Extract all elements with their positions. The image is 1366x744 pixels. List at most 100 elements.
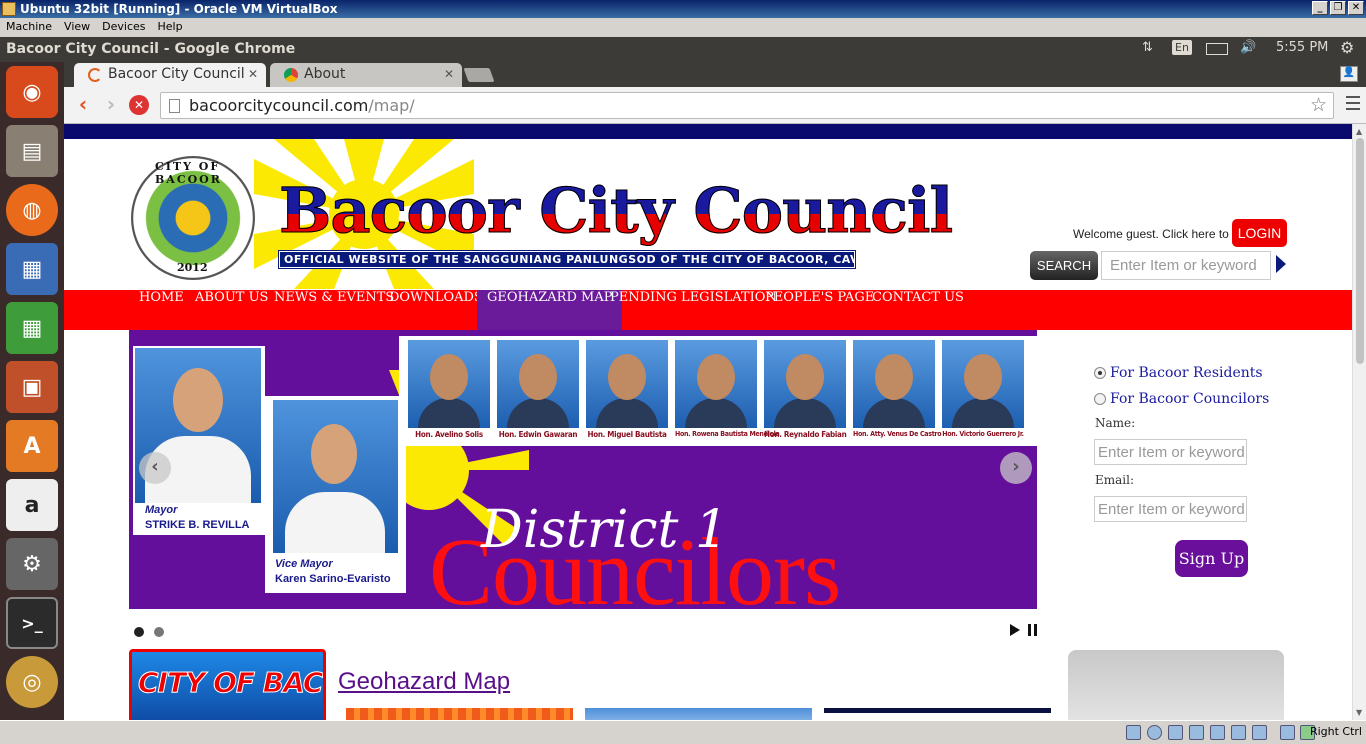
volume-icon[interactable]: 🔊 xyxy=(1240,40,1256,55)
vbox-titlebar: Ubuntu 32bit [Running] - Oracle VM Virtu… xyxy=(0,0,1366,18)
forward-icon[interactable]: › xyxy=(100,94,122,116)
browser-toolbar: ‹ › ✕ bacoorcitycouncil.com/map/ ☆ xyxy=(64,87,1366,124)
back-icon[interactable]: ‹ xyxy=(72,94,94,116)
restore-button[interactable]: ❐ xyxy=(1330,1,1346,15)
search-go-arrow-icon[interactable] xyxy=(1276,255,1286,273)
hard-disk-icon[interactable] xyxy=(1126,725,1141,740)
scroll-down-icon[interactable]: ▼ xyxy=(1356,708,1362,717)
close-button[interactable]: ✕ xyxy=(1348,1,1364,15)
libreoffice-writer-icon[interactable]: ▦ xyxy=(6,243,58,295)
page-title[interactable]: Geohazard Map xyxy=(338,668,510,696)
optical-drive-icon[interactable] xyxy=(1147,725,1162,740)
software-center-icon[interactable]: A xyxy=(6,420,58,472)
tab-bacoor-city-council[interactable]: Bacoor City Council ✕ xyxy=(74,63,266,87)
chrome-menu-icon[interactable] xyxy=(1346,96,1360,114)
login-button[interactable]: LOGIN xyxy=(1232,219,1287,247)
page-scrollbar[interactable]: ▲ ▼ xyxy=(1352,124,1366,720)
network-icon[interactable]: ⇅ xyxy=(1142,40,1153,55)
councilor-portrait: Hon. Reynaldo Fabian xyxy=(764,340,847,446)
libreoffice-calc-icon[interactable]: ▦ xyxy=(6,302,58,354)
tab-about[interactable]: About ✕ xyxy=(270,63,462,87)
scroll-up-icon[interactable]: ▲ xyxy=(1356,127,1362,136)
profile-icon[interactable]: 👤 xyxy=(1340,66,1358,82)
radio-button-icon[interactable] xyxy=(1094,367,1106,379)
name-field[interactable]: Enter Item or keyword xyxy=(1094,439,1247,465)
mouse-integration-icon[interactable] xyxy=(1280,725,1295,740)
slider-prev-arrow-icon[interactable]: ‹ xyxy=(139,452,171,484)
search-input[interactable]: Enter Item or keyword xyxy=(1101,251,1271,280)
amazon-icon[interactable]: a xyxy=(6,479,58,531)
stop-loading-icon[interactable]: ✕ xyxy=(129,95,149,115)
nav-contact-us[interactable]: CONTACT US xyxy=(862,290,974,330)
councilor-photo xyxy=(586,340,668,428)
url-host: bacoorcitycouncil.com xyxy=(189,96,369,115)
address-bar[interactable]: bacoorcitycouncil.com/map/ ☆ xyxy=(160,92,1334,119)
vice-mayor-card: Vice Mayor Karen Sarino-Evaristo xyxy=(265,396,406,593)
menu-help[interactable]: Help xyxy=(152,18,189,37)
host-key-label: Right Ctrl xyxy=(1309,725,1362,738)
slider-dot-1[interactable] xyxy=(134,627,144,637)
tab-close-icon[interactable]: ✕ xyxy=(248,67,258,81)
session-gear-icon[interactable]: ⚙ xyxy=(1340,38,1354,57)
slider-next-arrow-icon[interactable]: › xyxy=(1000,452,1032,484)
councilor-photo xyxy=(675,340,757,428)
bookmark-star-icon[interactable]: ☆ xyxy=(1310,94,1327,116)
slider-pause-icon[interactable] xyxy=(1028,624,1037,636)
scrollbar-thumb[interactable] xyxy=(1356,138,1364,364)
city-of-bacoor-logo[interactable]: CITY OF BACOOR xyxy=(129,649,326,720)
councilor-photo xyxy=(408,340,490,428)
councilor-portrait: Hon. Edwin Gawaran xyxy=(497,340,579,446)
content-thumbnail[interactable] xyxy=(585,708,812,720)
radio-residents[interactable]: For Bacoor Residents xyxy=(1094,365,1263,381)
councilor-photo xyxy=(853,340,935,428)
new-tab-button[interactable] xyxy=(463,68,495,82)
tab-close-icon[interactable]: ✕ xyxy=(444,67,454,81)
councilor-portraits-strip: Hon. Avelino Solis Hon. Edwin Gawaran Ho… xyxy=(399,336,1037,446)
video-capture-icon[interactable] xyxy=(1252,725,1267,740)
councilor-portrait: Hon. Miguel Bautista xyxy=(586,340,668,446)
shared-folders-icon[interactable] xyxy=(1189,725,1204,740)
councilor-name: Hon. Edwin Gawaran xyxy=(498,430,578,439)
content-thumbnail[interactable] xyxy=(824,708,1051,720)
slider-dot-2[interactable] xyxy=(154,627,164,637)
email-field[interactable]: Enter Item or keyword xyxy=(1094,496,1247,522)
vbox-statusbar: Right Ctrl xyxy=(0,720,1366,744)
clock[interactable]: 5:55 PM xyxy=(1276,40,1328,55)
councilor-name: Hon. Miguel Bautista xyxy=(587,430,667,439)
usb-icon[interactable] xyxy=(1168,725,1183,740)
keyboard-layout-indicator[interactable]: En xyxy=(1172,40,1192,55)
email-label: Email: xyxy=(1095,473,1135,487)
search-button[interactable]: SEARCH xyxy=(1030,251,1098,280)
vbox-window-title: Ubuntu 32bit [Running] - Oracle VM Virtu… xyxy=(20,2,338,16)
menu-view[interactable]: View xyxy=(58,18,96,37)
slider-play-icon[interactable] xyxy=(1010,624,1020,636)
radio-residents-label: For Bacoor Residents xyxy=(1110,365,1263,381)
nav-downloads[interactable]: DOWNLOADS xyxy=(379,290,493,330)
system-settings-icon[interactable]: ⚙ xyxy=(6,538,58,590)
content-thumbnail[interactable] xyxy=(346,708,573,720)
radio-councilors[interactable]: For Bacoor Councilors xyxy=(1094,391,1269,407)
page-viewport: CITY OF BACOOR 2012 Bacoor City Council … xyxy=(64,124,1352,720)
minimize-button[interactable]: _ xyxy=(1312,1,1328,15)
councilor-portrait: Hon. Avelino Solis xyxy=(408,340,490,446)
terminal-icon[interactable]: >_ xyxy=(6,597,58,649)
firefox-icon[interactable]: ◍ xyxy=(6,184,58,236)
display-icon[interactable] xyxy=(1210,725,1225,740)
menu-devices[interactable]: Devices xyxy=(96,18,151,37)
menu-machine[interactable]: Machine xyxy=(0,18,58,37)
libreoffice-impress-icon[interactable]: ▣ xyxy=(6,361,58,413)
battery-icon[interactable] xyxy=(1206,43,1228,55)
site-brand-title[interactable]: Bacoor City Council xyxy=(278,174,953,248)
sign-up-button[interactable]: Sign Up xyxy=(1175,540,1248,577)
councilor-name: Hon. Rowena Bautista Mendiola xyxy=(675,430,780,438)
files-icon[interactable]: ▤ xyxy=(6,125,58,177)
councilor-portrait: Hon. Victorio Guerrero Jr. xyxy=(942,340,1024,446)
radio-button-icon[interactable] xyxy=(1094,393,1106,405)
chrome-icon[interactable]: ◎ xyxy=(6,656,58,708)
network-adapter-icon[interactable] xyxy=(1231,725,1246,740)
city-seal-logo: CITY OF BACOOR 2012 xyxy=(131,156,255,280)
seal-year: 2012 xyxy=(177,261,208,274)
hero-slider: Hon. Avelino Solis Hon. Edwin Gawaran Ho… xyxy=(129,330,1037,609)
main-nav: HOME ABOUT US NEWS & EVENTS DOWNLOADS GE… xyxy=(64,290,1352,330)
ubuntu-dash-icon[interactable]: ◉ xyxy=(6,66,58,118)
